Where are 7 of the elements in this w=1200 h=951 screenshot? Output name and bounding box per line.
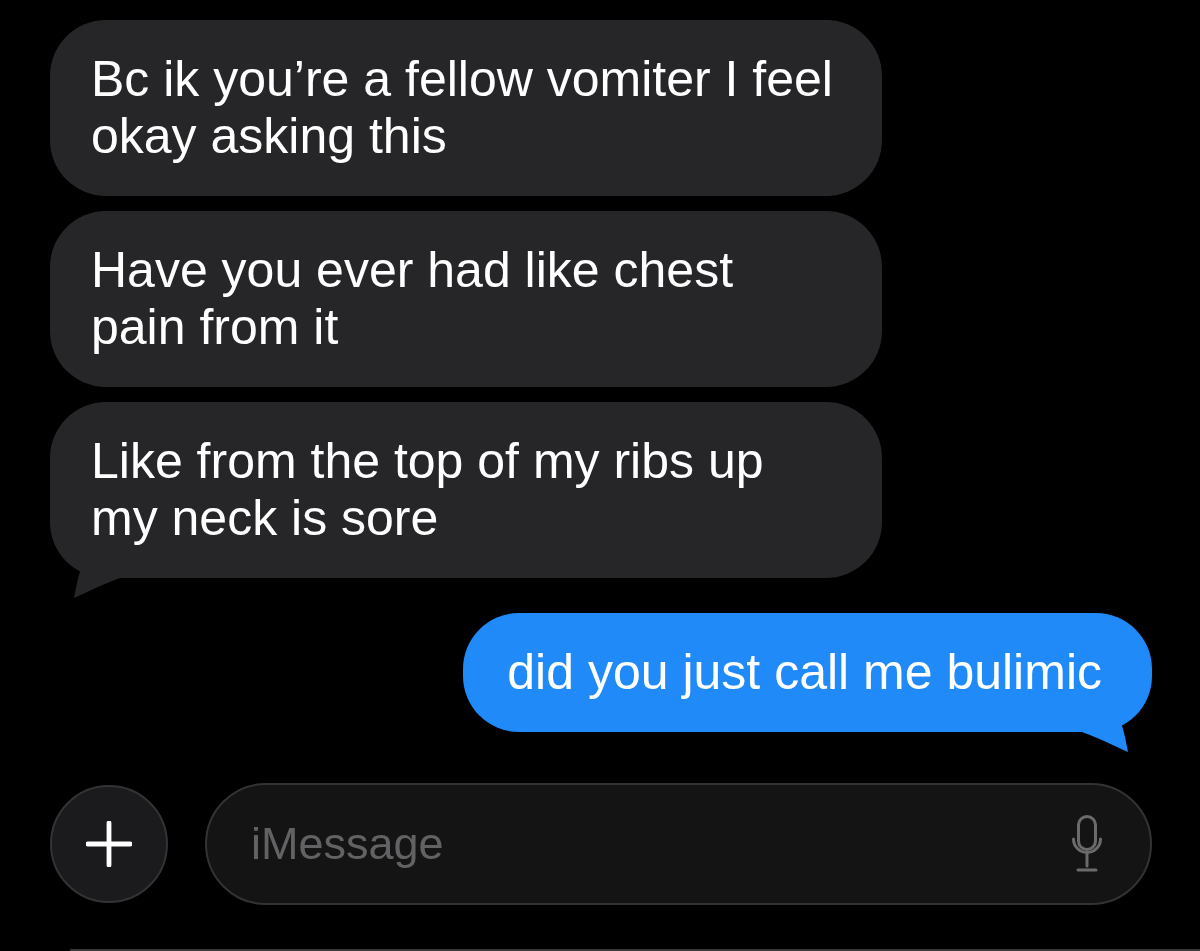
microphone-icon[interactable] xyxy=(1072,815,1102,873)
message-bubble: Have you ever had like chest pain from it xyxy=(50,211,882,387)
message-bubble: Bc ik you’re a fellow vomiter I feel okay asking this xyxy=(50,20,882,196)
message-bubble: did you just call me bulimic xyxy=(463,613,1152,752)
plus-icon xyxy=(86,821,132,867)
message-bubble: Like from the top of my ribs up my neck is sore xyxy=(50,402,882,598)
message-field[interactable]: iMessage xyxy=(205,783,1152,905)
